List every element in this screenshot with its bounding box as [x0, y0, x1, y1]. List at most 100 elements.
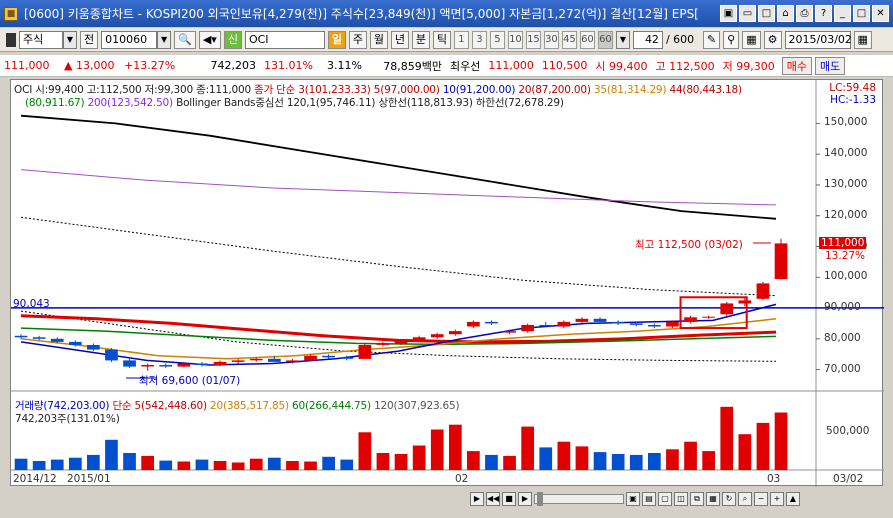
fullscreen-icon[interactable]: □	[758, 5, 775, 22]
legend-bb-lower: 하한선(72,678.29)	[475, 97, 564, 109]
count-input[interactable]: 42	[632, 30, 663, 49]
period-tick[interactable]: 틱	[432, 30, 451, 49]
volume-bar	[467, 451, 480, 470]
chart-type-icon[interactable]: ▣	[626, 492, 640, 506]
calendar-icon[interactable]: ▦	[853, 30, 872, 49]
current-price: 111,000	[4, 59, 50, 72]
candle-body	[231, 360, 245, 362]
trade-amount: 78,859백만	[383, 59, 442, 73]
minute-option[interactable]: 30	[543, 30, 559, 49]
minute-option-active[interactable]: 60	[597, 30, 613, 49]
volume-bar	[268, 457, 281, 470]
high-annotation: 최고 112,500 (03/02)	[635, 239, 743, 251]
drag-handle-icon[interactable]	[6, 32, 16, 47]
candle-body	[141, 365, 154, 367]
market-type-select[interactable]: 주식 ▼	[19, 30, 77, 49]
volume-bar	[503, 455, 516, 470]
chart-area[interactable]: OCI 시:99,400 고:112,500 저:99,300 종:111,00…	[10, 79, 884, 487]
link-icon[interactable]: ⚲	[723, 30, 740, 49]
minimize-icon[interactable]: _	[834, 5, 851, 22]
candle-body	[539, 325, 553, 327]
stop-icon[interactable]: ■	[502, 492, 516, 506]
volume-bar	[557, 441, 571, 470]
candle-body	[249, 358, 263, 361]
period-minute[interactable]: 분	[411, 30, 430, 49]
settings-icon[interactable]: ⚙	[763, 30, 782, 49]
speaker-icon[interactable]: ◀▾	[198, 30, 221, 49]
code-select[interactable]: 010060 ▼	[101, 30, 172, 49]
period-day[interactable]: 일	[327, 30, 346, 49]
volume-bar	[159, 460, 173, 470]
close-icon[interactable]: ✕	[872, 5, 889, 22]
minute-option[interactable]: 1	[453, 30, 469, 49]
zoom-slider-handle[interactable]	[537, 492, 543, 506]
best-bid: 111,000	[488, 59, 534, 72]
buy-button[interactable]: 매수	[781, 56, 812, 75]
minute-option[interactable]: 15	[525, 30, 541, 49]
sell-button[interactable]: 매도	[814, 56, 846, 75]
total-count: / 600	[665, 33, 695, 46]
price-chart[interactable]	[11, 80, 884, 487]
chart-icon[interactable]: ▣	[720, 5, 737, 22]
chevron-down-icon[interactable]: ▼	[157, 30, 172, 49]
legend-ma35: 35(81,314.29)	[593, 84, 667, 96]
code-input[interactable]: 010060	[101, 30, 158, 49]
candle-body	[648, 325, 661, 327]
volume-bar	[50, 459, 64, 470]
maximize-icon[interactable]: □	[853, 5, 870, 22]
bb-mid-line	[20, 216, 777, 297]
expand-icon[interactable]: ▲	[786, 492, 800, 506]
zoom-search-icon[interactable]: ⌕	[738, 492, 752, 506]
grid-icon[interactable]: ▦	[742, 30, 761, 49]
period-year[interactable]: 년	[390, 30, 409, 49]
zoom-in-icon[interactable]: +	[770, 492, 784, 506]
restore-icon[interactable]: ▭	[739, 5, 756, 22]
copy-icon[interactable]: ⧉	[690, 492, 704, 506]
volume-bar	[322, 456, 335, 470]
prev-button[interactable]: 전	[80, 30, 99, 49]
ma10-line	[20, 303, 777, 366]
minute-option[interactable]: 3	[471, 30, 487, 49]
scroll-right-icon[interactable]: ▶	[470, 492, 484, 506]
layout-icon[interactable]: ▤	[642, 492, 656, 506]
legend-vol-ma60: 60(266,444.75)	[292, 400, 371, 412]
open-price: 시 99,400	[595, 59, 648, 73]
vol-tick: 500,000	[826, 425, 870, 437]
window-icon[interactable]: ▢	[658, 492, 672, 506]
search-icon[interactable]: 🔍	[174, 30, 196, 49]
split-icon[interactable]: ◫	[674, 492, 688, 506]
period-week[interactable]: 주	[348, 30, 367, 49]
table-icon[interactable]: ▦	[706, 492, 720, 506]
play-icon[interactable]: ▶	[518, 492, 532, 506]
period-month[interactable]: 월	[369, 30, 388, 49]
minute-option[interactable]: 45	[561, 30, 577, 49]
y-tick-label: 150,000	[824, 116, 868, 129]
volume-bar	[666, 449, 679, 470]
hc-label: HC:-1.33	[830, 94, 876, 106]
low-annotation: 최저 69,600 (01/07)	[139, 375, 241, 387]
volume-bar	[648, 453, 661, 470]
volume-bar	[593, 452, 607, 470]
volume-bar	[539, 447, 553, 470]
candle-body	[720, 303, 734, 315]
minute-option[interactable]: 10	[507, 30, 523, 49]
rewind-icon[interactable]: ◀◀	[486, 492, 500, 506]
print-icon[interactable]: ⎙	[796, 5, 813, 22]
zoom-slider[interactable]	[534, 492, 624, 506]
x-label-mar: 03	[767, 473, 781, 485]
zoom-out-icon[interactable]: −	[754, 492, 768, 506]
change-percent: +13.27%	[124, 59, 176, 72]
volume-bar	[521, 426, 534, 470]
window-titlebar: ■ [0600] 키움종합차트 - KOSPI200 외국인보유[4,279(천…	[0, 0, 893, 27]
candle-body	[50, 338, 64, 342]
tools-icon[interactable]: ✎	[702, 30, 721, 49]
help-icon[interactable]: ?	[815, 5, 832, 22]
minute-option[interactable]: 5	[489, 30, 505, 49]
refresh-icon[interactable]: ↻	[722, 492, 736, 506]
minute-option[interactable]: 60	[579, 30, 595, 49]
volume-ratio: 131.01%	[264, 59, 313, 72]
date-input[interactable]: 2015/03/02	[784, 30, 852, 49]
chevron-down-icon[interactable]: ▼	[615, 30, 630, 49]
chevron-down-icon[interactable]: ▼	[63, 30, 77, 49]
save-icon[interactable]: ⌂	[777, 5, 794, 22]
